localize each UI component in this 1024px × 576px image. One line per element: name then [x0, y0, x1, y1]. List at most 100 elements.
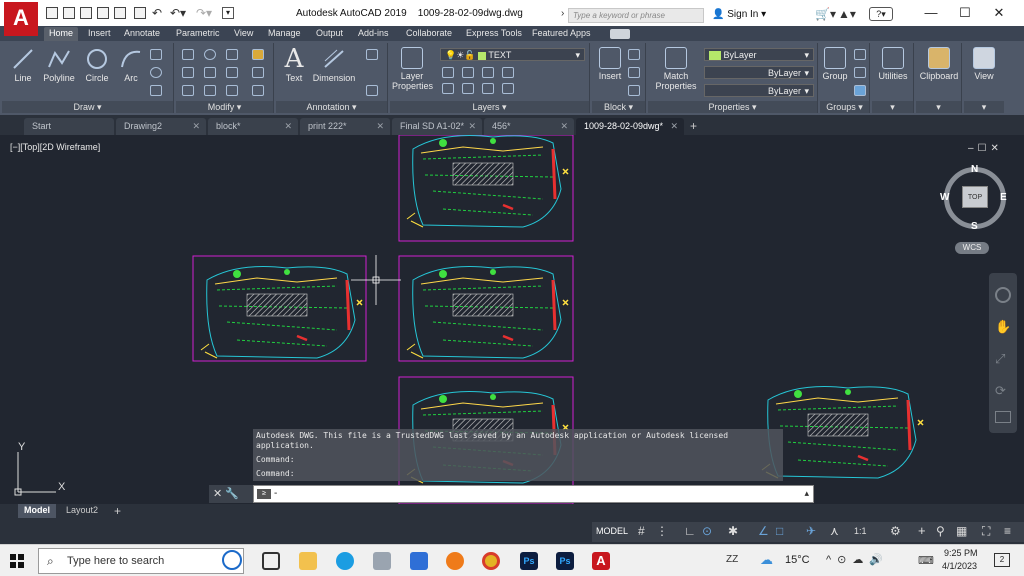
photoshop-icon-2[interactable]: Ps — [556, 552, 574, 570]
customize-quick-access-icon[interactable]: ▾ — [222, 7, 234, 19]
auto-scale-icon[interactable]: ⋏ — [830, 524, 839, 538]
orbit-icon[interactable]: ⟳ — [995, 383, 1011, 399]
tab-express-tools[interactable]: Express Tools — [466, 27, 522, 41]
ortho-icon[interactable]: ∟ — [684, 524, 696, 538]
object-snap-icon[interactable]: □ — [776, 524, 783, 538]
weather-temperature[interactable]: 15°C — [785, 554, 810, 566]
layout-tab-model[interactable]: Model — [18, 504, 56, 518]
workspace-gear-icon[interactable]: ⚙ — [890, 524, 901, 538]
block-attribute-icon[interactable] — [628, 85, 640, 96]
polar-icon[interactable]: ⊙ — [702, 524, 712, 538]
maximize-button[interactable]: ☐ — [950, 4, 980, 22]
new-icon[interactable] — [46, 7, 58, 19]
hatch-icon[interactable] — [150, 67, 162, 78]
save-as-icon[interactable] — [97, 7, 109, 19]
annotation-panel-title[interactable]: Annotation ▾ — [276, 101, 387, 113]
color-dropdown[interactable]: ByLayer ▾ — [704, 48, 814, 61]
utilities-panel-toggle[interactable]: ▾ — [872, 101, 913, 113]
photoshop-icon[interactable]: Ps — [520, 552, 538, 570]
tab-view[interactable]: View — [234, 27, 253, 41]
line-tool[interactable]: Line — [8, 47, 38, 83]
edit-block-icon[interactable] — [628, 67, 640, 78]
close-icon[interactable]: ✕ — [670, 121, 678, 132]
input-language[interactable]: ZZ — [726, 554, 738, 565]
annotation-monitor-icon[interactable]: + — [918, 523, 926, 538]
windows-start-icon[interactable] — [10, 554, 24, 568]
annotation-visibility-icon[interactable]: ✈ — [806, 524, 816, 538]
copy-icon[interactable] — [182, 67, 194, 78]
open-icon[interactable] — [63, 7, 75, 19]
tab-output[interactable]: Output — [316, 27, 343, 41]
quick-properties-icon[interactable]: ▦ — [956, 524, 967, 538]
viewcube-top[interactable]: TOP — [962, 186, 988, 208]
autocad-taskbar-icon[interactable]: A — [592, 552, 610, 570]
viewcube-east[interactable]: E — [1000, 192, 1007, 203]
circle-tool[interactable]: Circle — [82, 47, 112, 83]
layer-tool-icon-4[interactable] — [502, 67, 514, 78]
leader-icon[interactable] — [366, 49, 378, 60]
array-icon[interactable] — [226, 85, 238, 96]
isodraft-icon[interactable]: ✱ — [728, 524, 738, 538]
keyboard-icon[interactable]: ⌨ — [918, 554, 934, 567]
undo-icon-2[interactable]: ↶▾ — [170, 6, 186, 20]
system-tray-icons[interactable]: ^⊙☁🔊 — [826, 553, 889, 566]
clock-date[interactable]: 4/1/2023 — [942, 561, 977, 571]
offset-icon[interactable] — [252, 85, 264, 96]
grid-icon[interactable]: # — [638, 524, 645, 538]
properties-panel-title[interactable]: Properties ▾ — [648, 101, 817, 113]
doc-tab-final-sd[interactable]: Final SD A1-02* ✕ — [392, 118, 482, 135]
layer-tool-icon-6[interactable] — [462, 83, 474, 94]
annotation-table-icon[interactable] — [366, 85, 378, 96]
move-icon[interactable] — [182, 49, 194, 60]
minimize-button[interactable]: — — [916, 4, 946, 22]
rotate-icon[interactable] — [204, 49, 216, 60]
showmotion-icon[interactable] — [995, 411, 1011, 423]
doc-tab-456[interactable]: 456* ✕ — [484, 118, 574, 135]
mirror-icon[interactable] — [204, 67, 216, 78]
text-tool[interactable]: A Text — [280, 45, 308, 83]
trim-icon[interactable] — [226, 49, 238, 60]
mail-icon[interactable] — [410, 552, 428, 570]
weather-icon[interactable]: ☁ — [760, 552, 773, 568]
tab-manage[interactable]: Manage — [268, 27, 301, 41]
store-icon[interactable] — [373, 552, 391, 570]
search-arrow-icon[interactable]: › — [561, 8, 564, 19]
group-edit-icon[interactable] — [854, 67, 866, 78]
help-icon[interactable]: ?▾ — [869, 7, 893, 21]
doc-tab-drawing2[interactable]: Drawing2 ✕ — [116, 118, 206, 135]
doc-tab-print[interactable]: print 222* ✕ — [300, 118, 390, 135]
utilities-tool[interactable]: Utilities — [872, 47, 914, 81]
tab-featured-apps[interactable]: Featured Apps — [532, 27, 591, 41]
view-tool[interactable]: View — [964, 47, 1004, 81]
file-explorer-icon[interactable] — [299, 552, 317, 570]
snap-icon[interactable]: ⋮ — [656, 524, 668, 538]
clock-time[interactable]: 9:25 PM — [944, 548, 978, 558]
table-icon[interactable] — [150, 85, 162, 96]
layer-tool-icon-1[interactable] — [442, 67, 454, 78]
customize-wrench-icon[interactable]: 🔧 — [225, 488, 239, 500]
tab-annotate[interactable]: Annotate — [124, 27, 160, 41]
ungroup-icon[interactable] — [854, 49, 866, 60]
customization-icon[interactable]: ≡ — [1004, 524, 1011, 538]
tab-collaborate[interactable]: Collaborate — [406, 27, 452, 41]
layer-dropdown[interactable]: 💡☀🔓 TEXT ▾ — [440, 48, 585, 61]
command-input[interactable]: ≥ - ▴ — [253, 485, 814, 503]
edge-icon[interactable] — [336, 552, 354, 570]
close-button[interactable]: ✕ — [984, 4, 1014, 22]
ribbon-toggle-icon[interactable] — [610, 29, 630, 39]
notification-icon[interactable]: 2 — [994, 553, 1010, 567]
chrome-icon[interactable] — [482, 552, 500, 570]
scale-icon[interactable] — [204, 85, 216, 96]
close-icon[interactable]: ✕ — [376, 121, 384, 132]
exchange-icon[interactable]: ▲▾ — [838, 7, 856, 21]
doc-tab-block[interactable]: block* ✕ — [208, 118, 298, 135]
sign-in-button[interactable]: 👤 Sign In ▾ — [712, 9, 766, 20]
group-tool[interactable]: Group — [820, 47, 850, 81]
create-block-icon[interactable] — [628, 49, 640, 60]
close-icon[interactable]: ✕ — [468, 121, 476, 132]
doc-tab-start[interactable]: Start — [24, 118, 114, 135]
viewcube-west[interactable]: W — [940, 192, 949, 203]
layout-tab-layout2[interactable]: Layout2 — [60, 504, 104, 518]
fillet-icon[interactable] — [226, 67, 238, 78]
drawing-canvas[interactable]: [−][Top][2D Wireframe] Y X –☐✕ TOP N S W… — [0, 135, 1024, 504]
